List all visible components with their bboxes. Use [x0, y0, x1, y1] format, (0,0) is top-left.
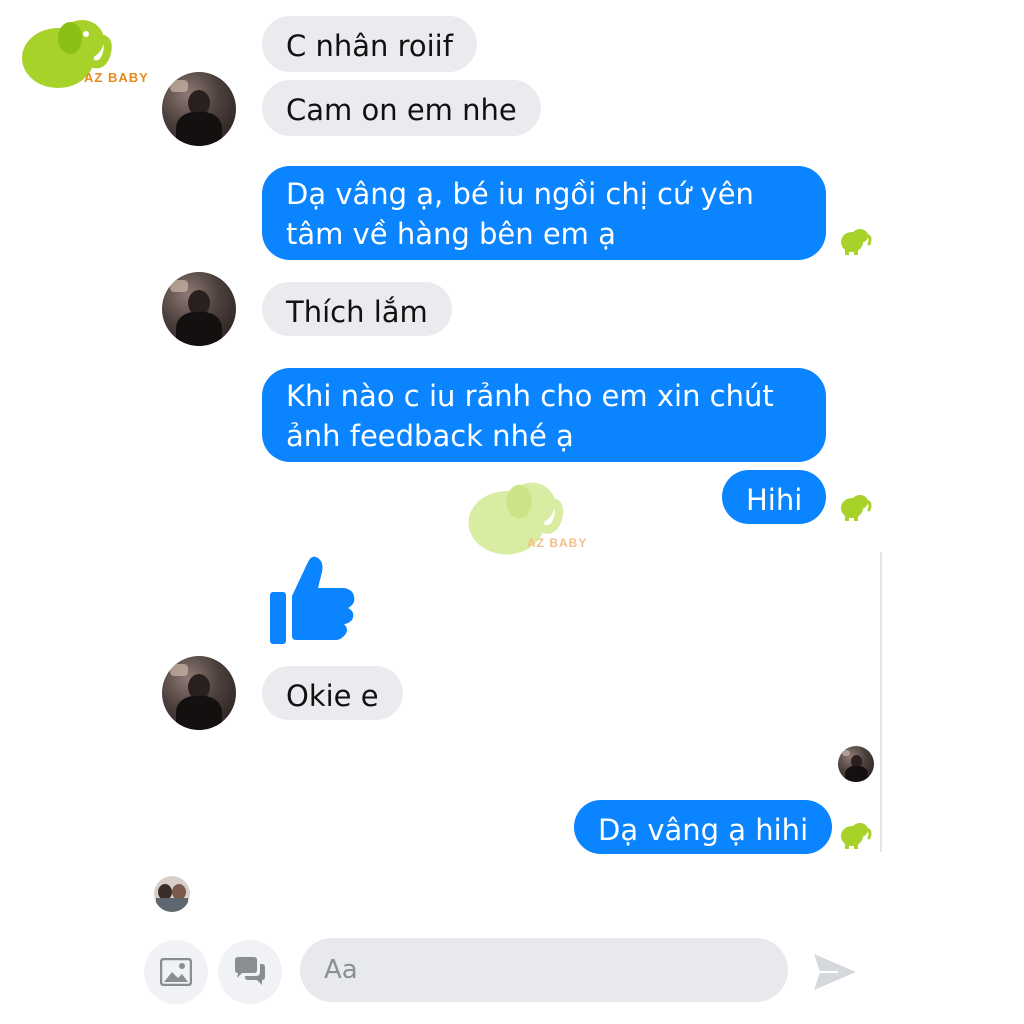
message-text-line: tâm về hàng bên em ạ [286, 217, 616, 251]
message-incoming[interactable]: Cam on em nhe [262, 80, 541, 136]
message-outgoing[interactable]: Hihi [722, 470, 827, 524]
chat-bubbles-icon [235, 957, 265, 985]
message-text: Okie e [286, 679, 379, 713]
message-text: Dạ vâng ạ hihi [598, 813, 809, 847]
like-thumbs-up-icon[interactable] [266, 552, 358, 648]
message-input-placeholder: Aa [324, 955, 358, 985]
brand-logo: AZ BABY [10, 8, 160, 98]
seen-avatar [838, 746, 874, 782]
message-incoming[interactable]: C nhân roiif [262, 16, 477, 72]
send-icon[interactable] [812, 952, 858, 992]
message-incoming[interactable]: Okie e [262, 666, 403, 720]
photo-icon [160, 958, 192, 986]
message-outgoing[interactable]: Dạ vâng ạ hihi [574, 800, 833, 854]
message-text: Hihi [746, 483, 803, 517]
chat-button[interactable] [218, 940, 282, 1004]
message-text: C nhân roiif [286, 29, 453, 63]
message-outgoing[interactable]: Dạ vâng ạ, bé iu ngồi chị cứ yên tâm về … [262, 166, 826, 260]
brand-logo-text: AZ BABY [84, 70, 149, 85]
message-text: Cam on em nhe [286, 93, 517, 127]
read-receipt-elephant-icon [841, 495, 872, 521]
message-text-line: Dạ vâng ạ, bé iu ngồi chị cứ yên [286, 177, 754, 211]
photo-button[interactable] [144, 940, 208, 1004]
message-outgoing[interactable]: Khi nào c iu rảnh cho em xin chút ảnh fe… [262, 368, 826, 462]
message-text-line: ảnh feedback nhé ạ [286, 419, 574, 453]
message-input[interactable]: Aa [300, 938, 788, 1002]
brand-watermark-text: AZ BABY [527, 536, 588, 550]
typing-avatar [154, 876, 190, 912]
message-text-line: Khi nào c iu rảnh cho em xin chút [286, 379, 774, 413]
read-receipt-elephant-icon [841, 823, 872, 849]
scroll-divider [880, 552, 882, 852]
contact-avatar[interactable] [162, 72, 236, 146]
contact-avatar[interactable] [162, 272, 236, 346]
message-text: Thích lắm [286, 295, 428, 329]
read-receipt-elephant-icon [841, 229, 872, 255]
brand-watermark: AZ BABY [455, 470, 615, 565]
message-incoming[interactable]: Thích lắm [262, 282, 452, 336]
elephant-watermark-icon [468, 482, 564, 555]
contact-avatar[interactable] [162, 656, 236, 730]
